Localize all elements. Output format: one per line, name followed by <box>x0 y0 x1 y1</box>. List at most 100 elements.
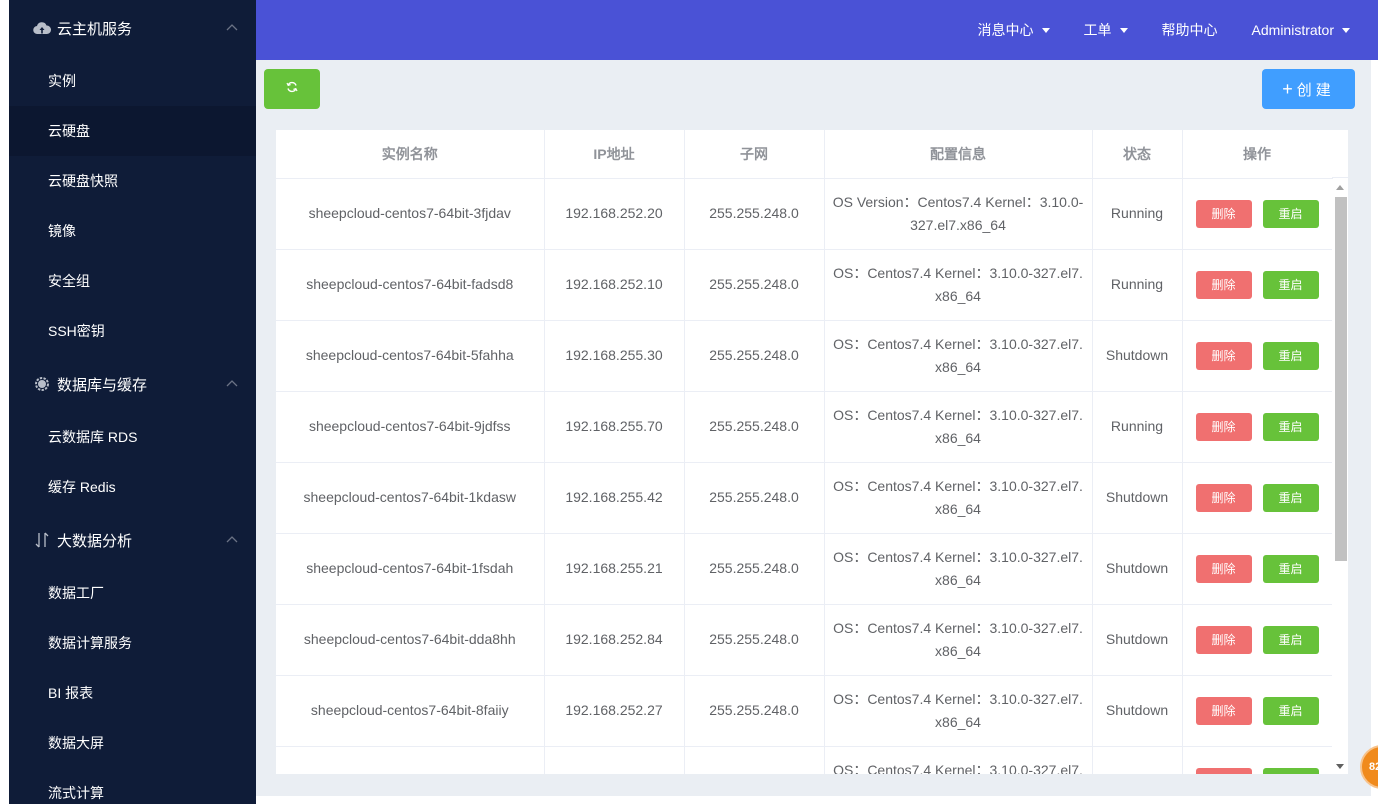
reboot-button[interactable]: 重启 <box>1262 554 1319 583</box>
table-row: sheepcloud-centos7-64bit-1fsdah 192.168.2… <box>276 533 1333 605</box>
sidebar-group-cloud-host[interactable]: 云主机服务 <box>9 0 256 56</box>
delete-button[interactable]: 删除 <box>1195 199 1252 228</box>
cell-config-info: OS：Centos7.4 Kernel：3.10.0-327.el7.x86_6… <box>824 675 1093 747</box>
nav-tickets[interactable]: 工单 <box>1084 20 1128 40</box>
floating-badge-label: 82 <box>1369 761 1378 773</box>
reboot-button[interactable]: 重启 <box>1262 625 1319 654</box>
column-header-name[interactable]: 实例名称 <box>276 130 545 179</box>
refresh-icon <box>286 80 298 98</box>
sidebar-group-big-data[interactable]: 大数据分析 <box>9 512 256 568</box>
sidebar-item-label: 云数据库 RDS <box>48 429 138 445</box>
sidebar-item-label: 镜像 <box>48 223 76 239</box>
sidebar-group-database[interactable]: 数据库与缓存 <box>9 356 256 412</box>
cell-status: Shutdown <box>1092 462 1183 534</box>
window-edge <box>0 0 9 804</box>
cell-subnet: 255.255.248.0 <box>684 249 825 321</box>
delete-button[interactable]: 删除 <box>1195 341 1252 370</box>
sidebar-item-label: BI 报表 <box>48 685 94 701</box>
cell-instance-name: sheepcloud-centos7-64bit-8faiiy <box>276 675 545 747</box>
column-header-subnet[interactable]: 子网 <box>684 130 825 179</box>
caret-down-icon <box>1041 27 1050 33</box>
nav-help-center[interactable]: 帮助中心 <box>1162 20 1218 40</box>
plus-icon: + <box>1282 78 1293 99</box>
cell-subnet <box>684 746 825 774</box>
cell-subnet: 255.255.248.0 <box>684 604 825 676</box>
window-edge-bottom <box>256 796 1378 804</box>
scroll-up-arrow-icon[interactable] <box>1336 185 1344 190</box>
sidebar-item-security-group[interactable]: 安全组 <box>9 256 256 306</box>
cell-status: Shutdown <box>1092 675 1183 747</box>
sidebar-item-bi-report[interactable]: BI 报表 <box>9 668 256 718</box>
cell-config-info: OS：Centos7.4 Kernel：3.10.0-327.el7.x86_6… <box>824 391 1093 463</box>
cell-subnet: 255.255.248.0 <box>684 462 825 534</box>
reboot-button[interactable]: 重启 <box>1262 412 1319 441</box>
table-row: OS：Centos7.4 Kernel：3.10.0-327.el7.x86_6… <box>276 746 1333 774</box>
reboot-button[interactable]: 重启 <box>1262 483 1319 512</box>
column-header-status[interactable]: 状态 <box>1092 130 1183 179</box>
sidebar-item-label: 数据计算服务 <box>48 635 132 651</box>
sidebar-group-label: 数据库与缓存 <box>57 376 148 394</box>
delete-button[interactable]: 删除 <box>1195 554 1252 583</box>
column-header-config[interactable]: 配置信息 <box>824 130 1093 179</box>
table-row: sheepcloud-centos7-64bit-9jdfss 192.168.2… <box>276 391 1333 463</box>
sidebar-item-label: 数据大屏 <box>48 735 104 751</box>
sidebar-item-disk-snapshot[interactable]: 云硬盘快照 <box>9 156 256 206</box>
cell-status: Shutdown <box>1092 533 1183 605</box>
create-button[interactable]: + 创建 <box>1262 69 1355 109</box>
cell-status <box>1092 746 1183 774</box>
sidebar-item-cloud-disk[interactable]: 云硬盘 <box>9 106 256 156</box>
delete-button[interactable]: 删除 <box>1195 270 1252 299</box>
scroll-down-arrow-icon[interactable] <box>1336 764 1344 769</box>
chevron-up-icon <box>226 532 238 544</box>
cell-instance-name: sheepcloud-centos7-64bit-5fahha <box>276 320 545 392</box>
cell-ip-address: 192.168.252.10 <box>544 249 685 321</box>
sidebar: 云主机服务 实例 云硬盘 云硬盘快照 镜像 安全组 SSH密钥 数据库与缓存 云… <box>9 0 256 804</box>
window-edge-right <box>1371 60 1378 804</box>
reboot-button[interactable]: 重启 <box>1262 270 1319 299</box>
delete-button[interactable]: 删除 <box>1195 483 1252 512</box>
delete-button[interactable]: 删除 <box>1195 625 1252 654</box>
sidebar-item-redis[interactable]: 缓存 Redis <box>9 462 256 512</box>
refresh-button[interactable] <box>264 69 320 109</box>
cell-actions: 删除重启 <box>1182 249 1333 321</box>
cell-actions: 删除重启 <box>1182 533 1333 605</box>
sidebar-item-data-compute[interactable]: 数据计算服务 <box>9 618 256 668</box>
sidebar-item-ssh-keys[interactable]: SSH密钥 <box>9 306 256 356</box>
sidebar-item-data-factory[interactable]: 数据工厂 <box>9 568 256 618</box>
cell-ip-address: 192.168.255.70 <box>544 391 685 463</box>
sidebar-item-label: 缓存 Redis <box>48 479 116 495</box>
cell-actions: 删除重启 <box>1182 178 1333 250</box>
reboot-button[interactable]: 重启 <box>1262 696 1319 725</box>
table-scrollbar[interactable] <box>1332 179 1348 774</box>
sidebar-item-data-screen[interactable]: 数据大屏 <box>9 718 256 768</box>
sidebar-item-stream-compute[interactable]: 流式计算 <box>9 768 256 804</box>
reboot-button[interactable]: 重启 <box>1262 199 1319 228</box>
cell-ip-address: 192.168.252.27 <box>544 675 685 747</box>
scrollbar-thumb[interactable] <box>1335 197 1347 561</box>
delete-button[interactable]: 删除 <box>1195 696 1252 725</box>
column-header-actions: 操作 <box>1182 130 1333 179</box>
sidebar-item-label: 云硬盘快照 <box>48 173 118 189</box>
nav-user-menu[interactable]: Administrator <box>1252 22 1350 38</box>
nav-message-center[interactable]: 消息中心 <box>978 20 1050 40</box>
cell-status: Running <box>1092 249 1183 321</box>
top-header: 消息中心 工单 帮助中心 Administrator <box>256 0 1378 60</box>
reboot-button[interactable]: 重启 <box>1262 767 1319 774</box>
cell-instance-name: sheepcloud-centos7-64bit-1kdasw <box>276 462 545 534</box>
main-content: + 创建 实例名称 IP地址 子网 配置信息 状态 操作 sheepcloud-… <box>256 60 1371 796</box>
sidebar-item-instances[interactable]: 实例 <box>9 56 256 106</box>
sidebar-item-label: 云硬盘 <box>48 123 90 139</box>
delete-button[interactable]: 删除 <box>1195 412 1252 441</box>
cell-subnet: 255.255.248.0 <box>684 533 825 605</box>
delete-button[interactable]: 删除 <box>1195 767 1252 774</box>
chevron-up-icon <box>226 376 238 388</box>
reboot-button[interactable]: 重启 <box>1262 341 1319 370</box>
sidebar-item-images[interactable]: 镜像 <box>9 206 256 256</box>
column-header-ip[interactable]: IP地址 <box>544 130 685 179</box>
cell-actions: 删除重启 <box>1182 391 1333 463</box>
cell-status: Running <box>1092 391 1183 463</box>
cell-status: Running <box>1092 178 1183 250</box>
sidebar-item-rds[interactable]: 云数据库 RDS <box>9 412 256 462</box>
sort-arrows-icon <box>32 530 52 550</box>
cell-instance-name: sheepcloud-centos7-64bit-9jdfss <box>276 391 545 463</box>
